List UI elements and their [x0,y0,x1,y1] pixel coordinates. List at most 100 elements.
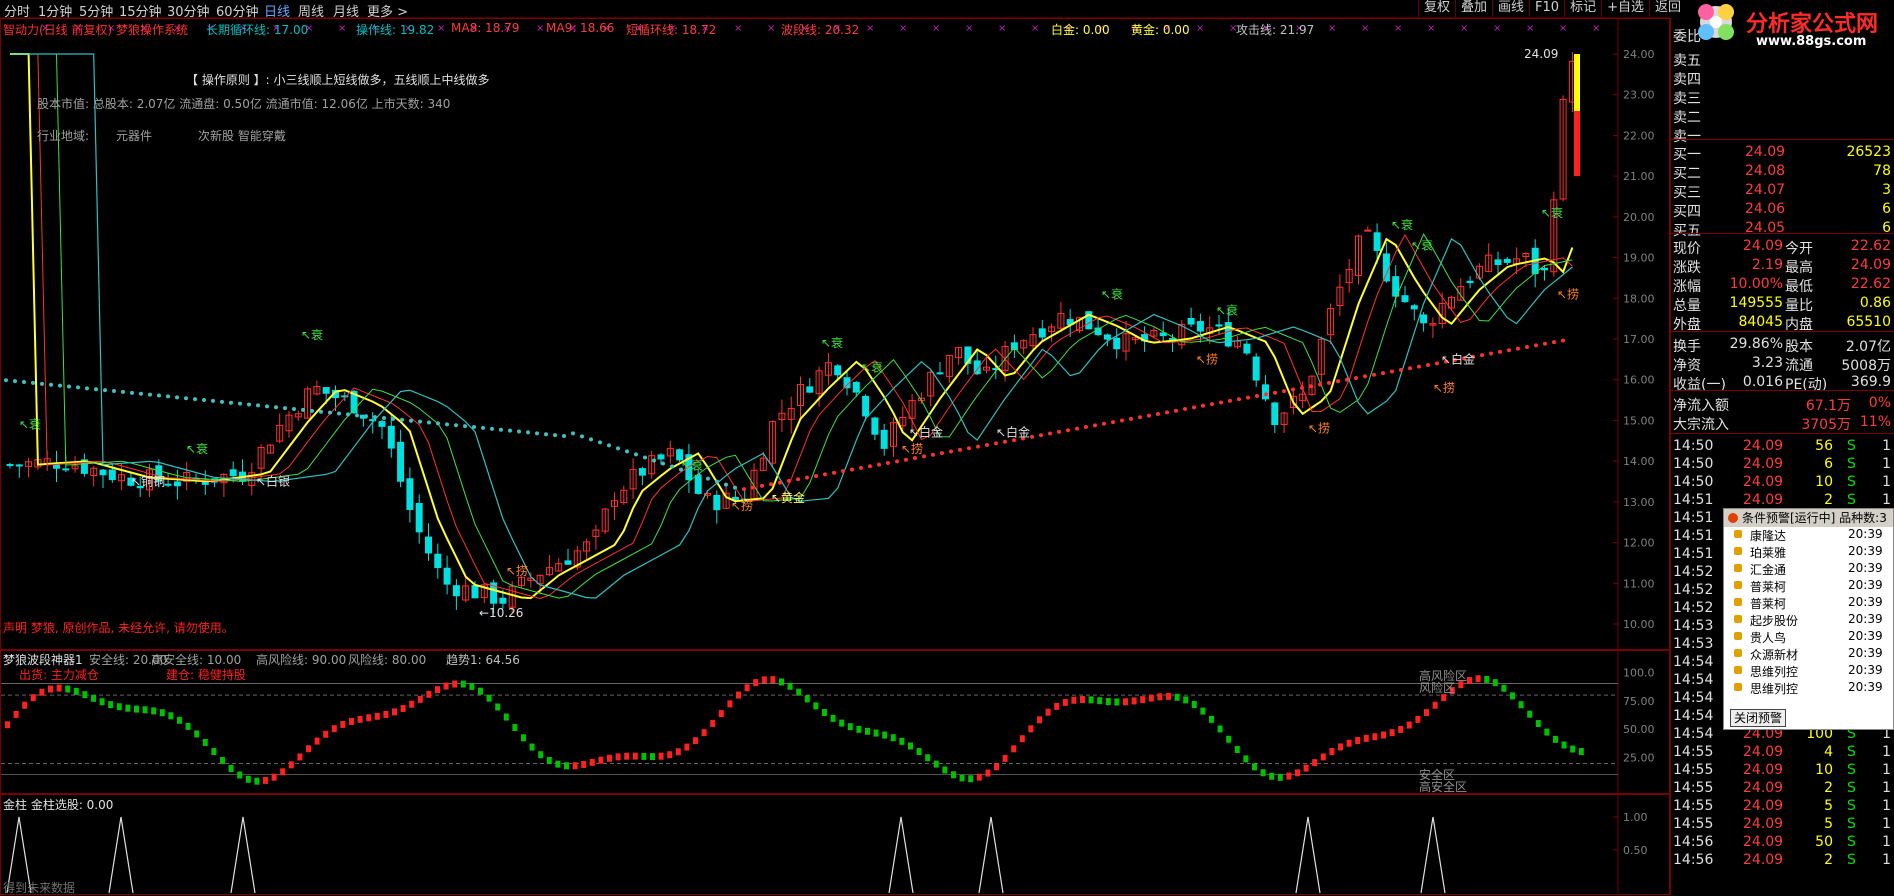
osc-bar [271,773,277,781]
band-dot [436,421,440,426]
quote-panel: 委比 卖五 卖四 卖三 卖二 卖一 买一 24.09 26523 买二 24.08 78 买三 24.07… [1670,18,1894,895]
osc-bar [478,687,483,695]
band-dot [616,446,620,451]
osc-bar [280,768,286,776]
alert-item[interactable]: 思维列控 20:39 [1724,663,1894,680]
tool-button-1[interactable]: 叠加 [1455,0,1492,17]
alert-item[interactable]: 珀莱雅 20:39 [1724,544,1894,561]
tick-price: 24.09 [1743,852,1784,868]
stat-label: 量比 [1785,298,1813,314]
osc-bar [1415,715,1421,723]
tick-time: 14:54 [1673,672,1714,688]
band-dot [967,446,971,451]
osc-bar [1088,696,1094,704]
band-dot [166,394,170,399]
tool-button-4[interactable]: 标记 [1564,0,1601,17]
header-indicator-4: 短循环线: 18.72 [626,23,717,37]
osc-bar [538,751,544,759]
annotation-platinum: ↖白金 [1441,351,1475,366]
band-dot [1156,411,1160,416]
osc-bar [417,695,423,703]
tool-button-5[interactable]: +自选 [1601,0,1649,17]
gold-pillar-chart[interactable]: 1.00 0.50 金柱 金柱选股: 0.00 得到未来数据 [0,794,1670,895]
band-dot [841,469,845,474]
band-dot [40,381,44,386]
alert-item[interactable]: 思维列控 20:39 [1724,680,1894,697]
marker-x: × [1394,23,1402,34]
osc-bar [297,753,303,761]
osc-bar [908,742,913,750]
annotation-catch: ↖捞 [506,564,528,578]
alert-item[interactable]: 汇金通 20:39 [1724,561,1894,578]
osc-bar [460,680,466,688]
stat-label: 涨跌 [1673,260,1701,276]
tool-button-6[interactable]: 返回 [1649,0,1686,17]
candle-body [322,387,330,394]
separator [1671,390,1894,391]
osc-bar [796,688,802,696]
band-dot [445,422,449,427]
ask-label: 卖二 [1673,110,1701,126]
alert-item[interactable]: 康隆达 20:39 [1724,527,1894,544]
tick-time: 14:50 [1673,456,1714,472]
oscillator-chart[interactable]: 100.0 75.00 50.00 25.00 梦狼波段神器1 安全线: 20.00 高… [0,650,1670,794]
tool-button-0[interactable]: 复权 [1418,0,1455,17]
osc-bar [1363,734,1369,742]
tool-button-3[interactable]: F10 [1529,0,1564,17]
separator [1671,139,1894,140]
alert-item[interactable]: 贵人鸟 20:39 [1724,629,1894,646]
band-dot [1219,400,1223,405]
tool-button-2[interactable]: 画线 [1492,0,1529,17]
ask-label: 卖三 [1673,91,1701,107]
alert-item[interactable]: 普莱柯 20:39 [1724,578,1894,595]
alert-item[interactable]: 起步股份 20:39 [1724,612,1894,629]
band-dot [1372,372,1376,377]
band-dot [1273,390,1277,395]
band-dot [931,452,935,457]
candle-body [397,441,405,482]
band-dot [103,388,107,393]
close-alert-button[interactable]: 关闭预警 [1730,709,1787,727]
stat-value: 22.62 [1850,238,1891,254]
alert-time: 20:39 [1848,680,1883,694]
alert-popup[interactable]: 条件预警[运行中] 品种数:3 康隆达 20:39 珀莱雅 20:39 汇金通 20:39… [1723,508,1894,730]
band-dot [355,413,359,418]
candle-body [62,468,70,471]
band-dot [1093,423,1097,428]
osc-bar [959,774,965,782]
band-dot [823,472,827,477]
main-price-chart[interactable]: 24.00 23.00 22.00 21.00 20.00 19.00 18.00 17.00… [0,18,1670,650]
separator [1671,233,1894,234]
header-indicator-5: 波段线: 20.32 [781,23,860,37]
band-dot [1291,387,1295,392]
candle-body [871,417,879,435]
candle-body [108,469,116,481]
osc-bar [1226,735,1232,743]
stat2-label: 换手 [1673,339,1701,355]
stat-value: 149555 [1729,295,1783,311]
tick-time: 14:51 [1673,492,1714,508]
osc-bar [30,694,36,702]
band-dot [886,460,890,465]
osc-bar [916,748,922,756]
candle-body [564,560,572,565]
band-dot [1129,416,1133,421]
price-tick: 13.00 [1623,496,1655,509]
band-dot [1282,389,1286,394]
alert-item[interactable]: 众源新材 20:39 [1724,646,1894,663]
annotation-catch: ↖捞 [1557,287,1579,301]
tick-time: 14:52 [1673,582,1714,598]
band-dot [283,406,287,411]
osc-bar [658,752,664,760]
tick-price: 24.09 [1743,798,1784,814]
osc-bar [409,700,415,708]
stat2-row-1: 净资 3.23 流通 5008万 [1671,355,1894,374]
band-dot [76,385,80,390]
tick-price: 24.09 [1743,492,1784,508]
band-dot [346,412,350,417]
alert-item[interactable]: 普莱柯 20:39 [1724,595,1894,612]
osc-bar [1501,684,1507,692]
alert-time: 20:39 [1848,527,1883,541]
annotation-decline: ↖衰 [821,335,843,350]
tick-volume: 56 [1815,438,1833,454]
